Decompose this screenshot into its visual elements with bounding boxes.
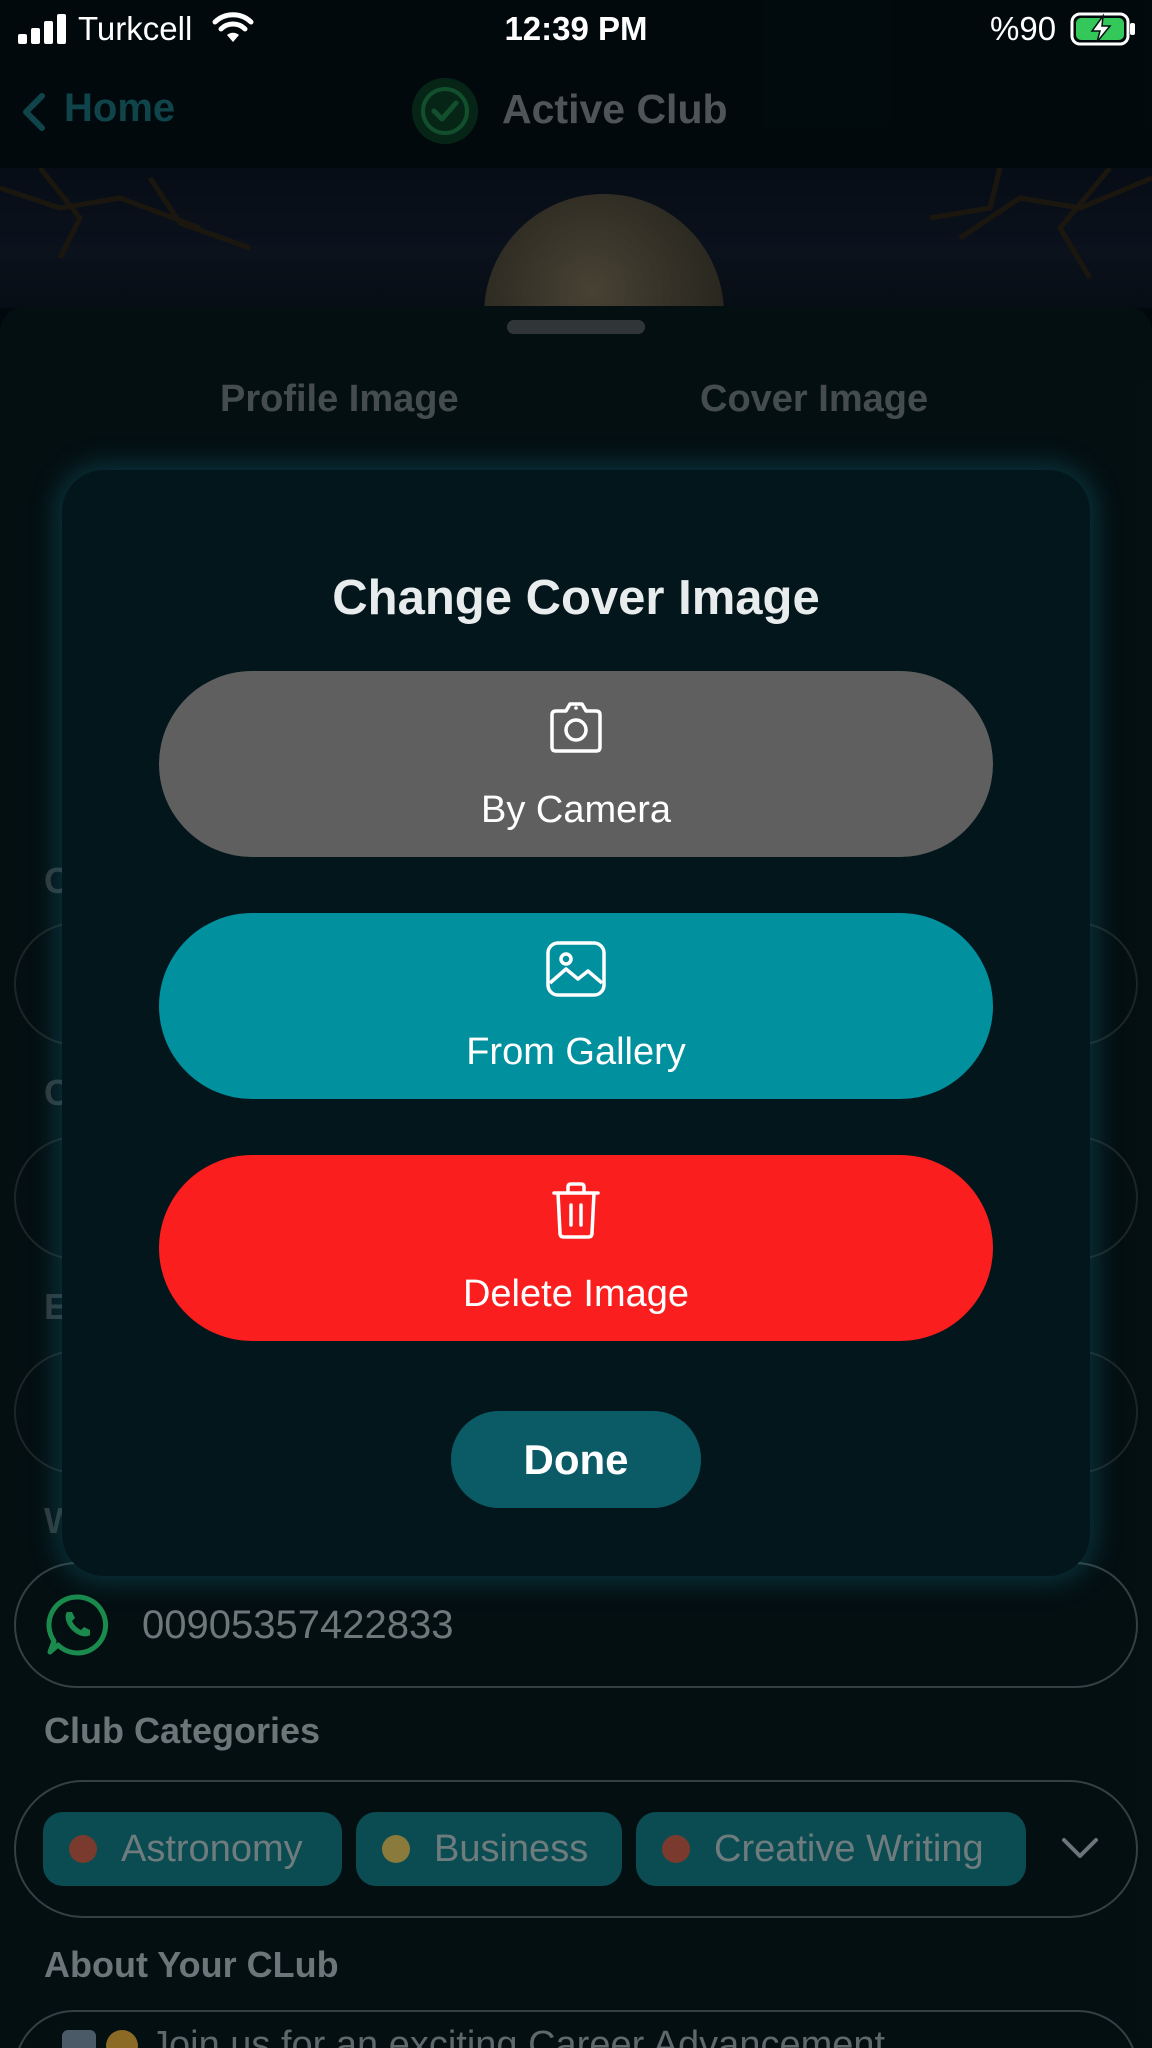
back-chevron-icon[interactable] <box>18 92 48 132</box>
dialog-title: Change Cover Image <box>332 571 820 625</box>
camera-icon <box>550 702 602 753</box>
category-chip[interactable]: Astronomy <box>43 1812 342 1886</box>
cover-image-label: Cover Image <box>700 378 929 420</box>
page-title: Active Club <box>502 86 728 132</box>
club-categories-heading: Club Categories <box>44 1710 321 1751</box>
back-button[interactable]: Home <box>64 86 175 131</box>
battery-percentage: %90 <box>990 10 1057 47</box>
about-club-heading: About Your CLub <box>44 1944 339 1985</box>
from-gallery-label: From Gallery <box>466 1031 686 1073</box>
category-label: Business <box>434 1827 589 1870</box>
profile-image-label: Profile Image <box>220 378 459 420</box>
category-chip[interactable]: Creative Writing <box>636 1812 1026 1886</box>
category-label: Creative Writing <box>714 1827 984 1870</box>
done-button[interactable]: Done <box>451 1411 701 1508</box>
from-gallery-button[interactable]: From Gallery <box>159 913 993 1099</box>
status-bar: Turkcell 12:39 PM %90 <box>0 0 1152 58</box>
trash-icon <box>552 1182 600 1239</box>
about-club-text: Join us for an exciting Career Advanceme… <box>150 2024 886 2048</box>
category-dot <box>69 1835 97 1863</box>
gallery-icon <box>546 941 606 997</box>
delete-image-button[interactable]: Delete Image <box>159 1155 993 1341</box>
clock: 12:39 PM <box>504 10 648 47</box>
sheet-grabber[interactable] <box>507 320 645 334</box>
category-label: Astronomy <box>121 1827 303 1870</box>
robot-emoji-icon <box>62 2030 138 2048</box>
cover-image-banner <box>0 168 1152 308</box>
by-camera-button[interactable]: By Camera <box>159 671 993 857</box>
change-cover-image-dialog: Change Cover Image By Camera From Galler… <box>62 470 1090 1576</box>
chevron-down-icon[interactable] <box>1060 1836 1100 1862</box>
whatsapp-number: 00905357422833 <box>142 1603 454 1647</box>
delete-image-label: Delete Image <box>462 1273 689 1315</box>
tree-branches-decoration <box>0 168 1152 280</box>
battery-charging-icon <box>1070 12 1135 46</box>
category-dot <box>662 1835 690 1863</box>
active-check-icon <box>412 78 478 144</box>
whatsapp-icon <box>46 1594 109 1656</box>
by-camera-label: By Camera <box>480 789 672 831</box>
category-dot <box>382 1835 410 1863</box>
category-chip[interactable]: Business <box>356 1812 622 1886</box>
